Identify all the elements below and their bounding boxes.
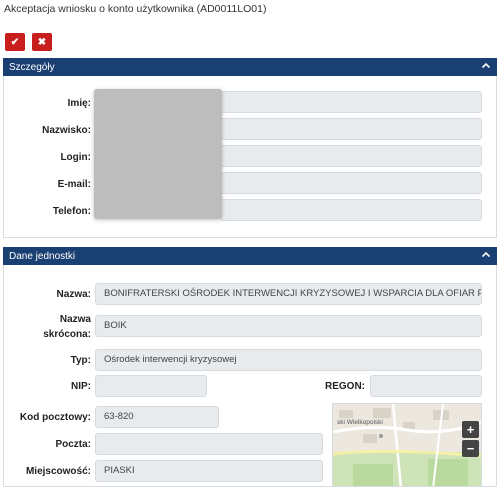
- email-label: E-mail:: [57, 179, 91, 190]
- nazwa-label: Nazwa:: [56, 289, 91, 300]
- typ-field[interactable]: Ośrodek interwencji kryzysowej: [95, 349, 482, 371]
- check-icon: ✔: [10, 36, 20, 48]
- login-label: Login:: [60, 152, 91, 163]
- skrot-label-line2: skrócona:: [43, 329, 91, 340]
- poczta-label: Poczta:: [55, 439, 91, 450]
- details-panel-title: Szczegóły: [9, 61, 55, 73]
- map-tiles: [333, 404, 481, 486]
- reject-button[interactable]: ✖: [32, 33, 52, 51]
- unit-panel-title: Dane jednostki: [9, 250, 76, 262]
- telefon-field[interactable]: [220, 199, 482, 221]
- imie-field[interactable]: [220, 91, 482, 113]
- nazwisko-label: Nazwisko:: [42, 125, 91, 136]
- email-field[interactable]: [220, 172, 482, 194]
- skrot-label-line1: Nazwa: [59, 314, 91, 325]
- chevron-up-icon[interactable]: [481, 250, 491, 263]
- zoom-in-button[interactable]: +: [462, 421, 479, 438]
- nip-field[interactable]: [95, 375, 207, 397]
- login-field[interactable]: [220, 145, 482, 167]
- details-panel-header[interactable]: Szczegóły: [3, 58, 497, 76]
- nip-label: NIP:: [71, 381, 91, 392]
- miejscowosc-label: Miejscowość:: [25, 466, 91, 477]
- miejscowosc-field[interactable]: PIASKI: [95, 460, 323, 482]
- close-icon: ✖: [37, 36, 47, 48]
- regon-field[interactable]: [370, 375, 482, 397]
- zoom-out-button[interactable]: −: [462, 440, 479, 457]
- kod-field[interactable]: 63-820: [95, 406, 219, 428]
- telefon-label: Telefon:: [52, 206, 91, 217]
- typ-label: Typ:: [70, 355, 91, 366]
- kod-label: Kod pocztowy:: [19, 412, 91, 423]
- nazwa-field[interactable]: BONIFRATERSKI OŚRODEK INTERWENCJI KRYZYS…: [95, 283, 482, 305]
- chevron-up-icon[interactable]: [481, 61, 491, 74]
- regon-label: REGON:: [325, 381, 365, 392]
- nazwisko-field[interactable]: [220, 118, 482, 140]
- poczta-field[interactable]: [95, 433, 323, 455]
- location-map[interactable]: ski Wielkopolski + −: [332, 403, 482, 487]
- accept-button[interactable]: ✔: [5, 33, 25, 51]
- unit-panel-header[interactable]: Dane jednostki: [3, 247, 497, 265]
- page-title: Akceptacja wniosku o konto użytkownika (…: [4, 3, 267, 15]
- redacted-overlay: [94, 89, 222, 219]
- imie-label: Imię:: [67, 98, 91, 109]
- map-place-label: ski Wielkopolski: [337, 419, 383, 426]
- skrot-field[interactable]: BOIK: [95, 315, 482, 337]
